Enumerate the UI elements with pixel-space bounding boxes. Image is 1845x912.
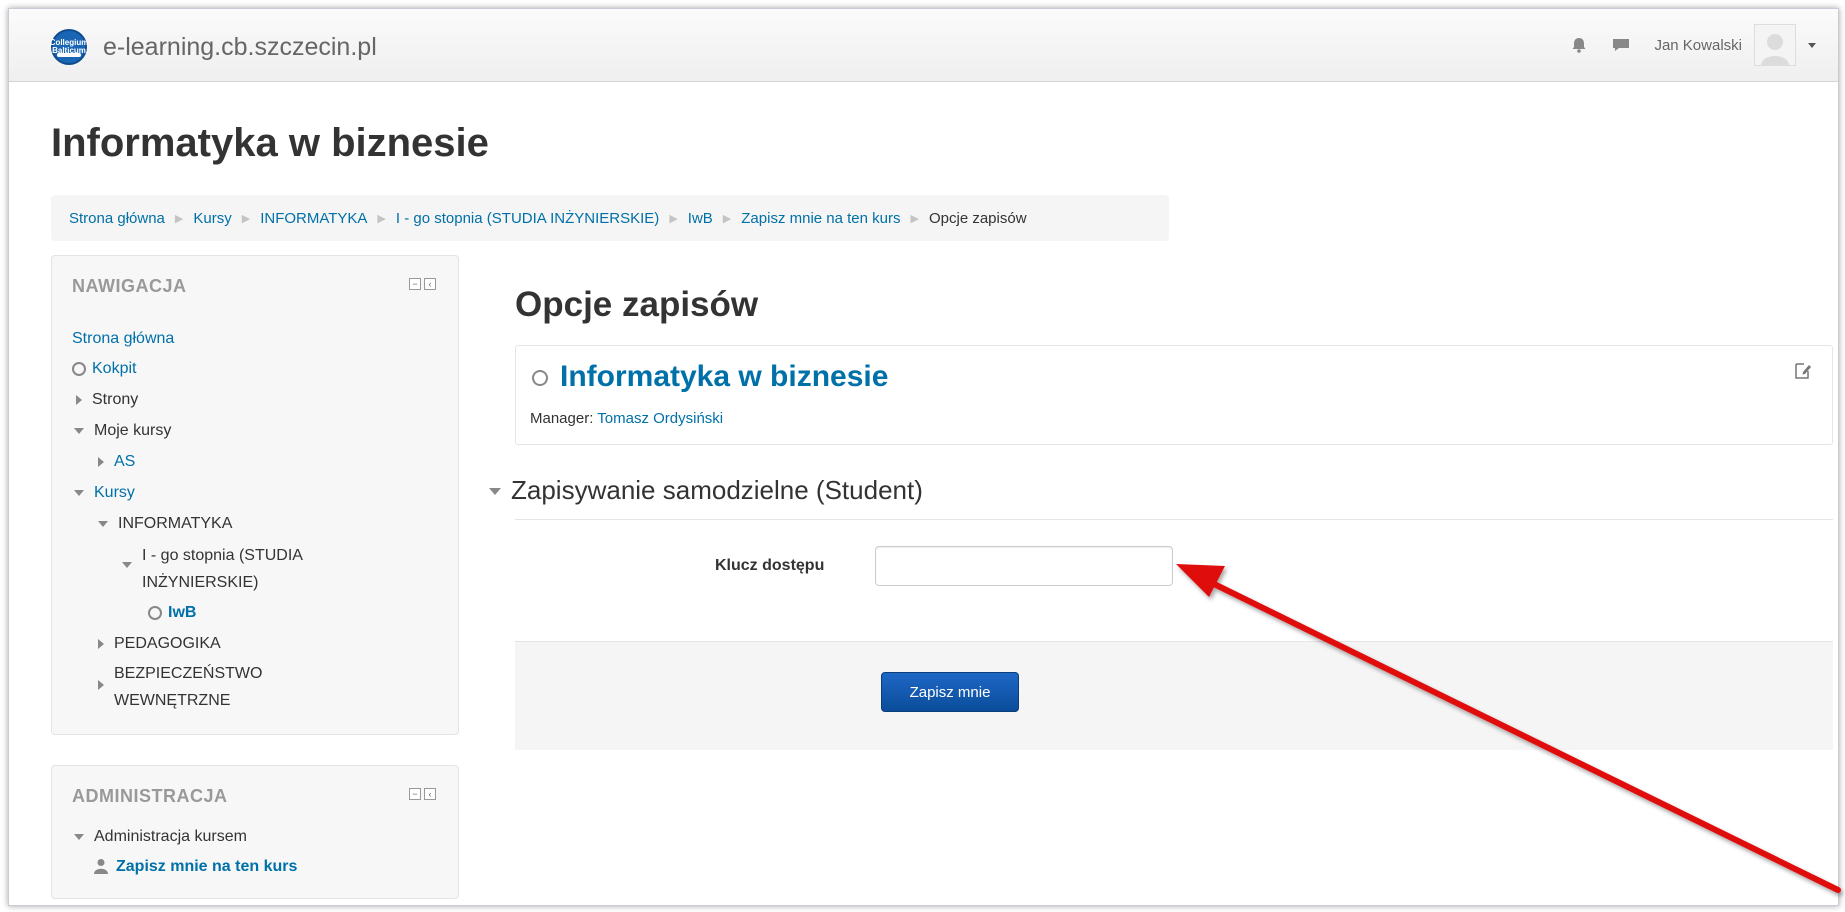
enrol-me-button[interactable]: Zapisz mnie (881, 672, 1019, 712)
nav-item-label[interactable]: IwB (168, 604, 196, 622)
block-controls: − ‹ (409, 278, 436, 290)
nav-item-home[interactable]: Strona główna (72, 330, 174, 348)
course-icon (148, 606, 162, 620)
admin-item-label[interactable]: Zapisz mnie na ten kurs (116, 858, 297, 876)
collapse-icon[interactable] (122, 562, 132, 568)
nav-item-label: I - go stopnia (STUDIA INŻYNIERSKIE) (142, 542, 303, 596)
collapse-block-icon[interactable]: − (409, 788, 421, 800)
block-controls: − ‹ (409, 788, 436, 800)
section-divider (515, 519, 1833, 520)
breadcrumb-separator-icon: ▶ (669, 212, 678, 225)
browser-frame: Collegium Balticum e-learning.cb.szczecin… (8, 8, 1839, 906)
enrolment-key-input[interactable] (875, 546, 1173, 586)
breadcrumb-iwb[interactable]: IwB (688, 210, 713, 227)
nav-item-label: Strony (92, 391, 139, 408)
nav-item-label: PEDAGOGIKA (114, 635, 221, 652)
nav-item-label-line: INŻYNIERSKIE) (142, 574, 259, 591)
nav-item-dashboard[interactable]: Kokpit (72, 360, 136, 378)
notifications-icon[interactable] (1570, 36, 1588, 54)
dock-block-icon[interactable]: ‹ (424, 788, 436, 800)
course-icon (532, 370, 548, 386)
breadcrumb-current: Opcje zapisów (928, 209, 1027, 227)
nav-item-label[interactable]: AS (114, 453, 135, 471)
form-actions: Zapisz mnie (515, 641, 1833, 750)
edit-icon[interactable] (1794, 362, 1812, 380)
breadcrumb-first-degree[interactable]: I - go stopnia (STUDIA INŻYNIERSKIE) (396, 210, 659, 227)
nav-item-as[interactable]: AS (98, 453, 135, 471)
nav-item-label-line: BEZPIECZEŃSTWO (114, 665, 263, 682)
navigation-block-title: NAWIGACJA (72, 276, 187, 296)
breadcrumb-enrol-me[interactable]: Zapisz mnie na ten kurs (741, 210, 900, 227)
course-info-box: Informatyka w biznesie Manager: Tomasz O… (515, 345, 1833, 445)
nav-item-label: INFORMATYKA (118, 515, 233, 532)
user-menu-caret-icon[interactable] (1808, 42, 1816, 48)
manager-label: Manager: (530, 410, 594, 427)
nav-item-informatyka[interactable]: INFORMATYKA (98, 515, 232, 533)
nav-item-pages[interactable]: Strony (76, 391, 138, 409)
site-logo[interactable]: Collegium Balticum (50, 29, 88, 65)
nav-item-label[interactable]: Kokpit (92, 360, 136, 378)
self-enrol-section-toggle[interactable]: Zapisywanie samodzielne (Student) (489, 475, 923, 506)
breadcrumb-informatyka[interactable]: INFORMATYKA (260, 210, 367, 227)
nav-item-first-degree[interactable]: I - go stopnia (STUDIA INŻYNIERSKIE) (122, 546, 303, 596)
nav-item-iwb[interactable]: IwB (148, 604, 196, 622)
expand-icon[interactable] (98, 639, 104, 649)
breadcrumb-separator-icon: ▶ (241, 212, 251, 225)
breadcrumb-separator-icon: ▶ (910, 212, 919, 225)
dashboard-icon (72, 362, 86, 376)
nav-item-my-courses[interactable]: Moje kursy (74, 422, 171, 440)
page-title: Informatyka w biznesie (51, 121, 489, 165)
user-name[interactable]: Jan Kowalski (1654, 37, 1742, 54)
admin-item-enrol-me[interactable]: Zapisz mnie na ten kurs (94, 858, 297, 876)
nav-item-security[interactable]: BEZPIECZEŃSTWO WEWNĘTRZNE (98, 664, 262, 714)
main-heading: Opcje zapisów (515, 285, 759, 324)
breadcrumb-home[interactable]: Strona główna (69, 210, 165, 227)
nav-item-label-line: I - go stopnia (STUDIA (142, 547, 303, 564)
top-navbar: Collegium Balticum e-learning.cb.szczecin… (9, 9, 1838, 82)
breadcrumb-separator-icon: ▶ (722, 212, 732, 225)
course-title-link[interactable]: Informatyka w biznesie (560, 360, 888, 394)
breadcrumb-separator-icon: ▶ (174, 212, 184, 225)
collapse-block-icon[interactable]: − (409, 278, 421, 290)
section-title: Zapisywanie samodzielne (Student) (511, 475, 923, 505)
user-menu-area: Jan Kowalski (1570, 24, 1816, 66)
administration-block: ADMINISTRACJA − ‹ Administracja kursem Z… (51, 765, 459, 899)
breadcrumb-separator-icon: ▶ (377, 212, 386, 225)
administration-block-title: ADMINISTRACJA (72, 786, 228, 806)
expand-icon[interactable] (98, 680, 104, 690)
nav-item-label[interactable]: Kursy (94, 484, 135, 502)
nav-item-label-line: WEWNĘTRZNE (114, 692, 231, 709)
manager-name-link[interactable]: Tomasz Ordysiński (597, 410, 723, 427)
default-user-icon (1761, 34, 1789, 65)
nav-item-courses[interactable]: Kursy (74, 484, 135, 502)
collapse-icon[interactable] (74, 834, 84, 840)
expand-icon[interactable] (76, 395, 82, 405)
collapse-icon[interactable] (74, 490, 84, 496)
messages-icon[interactable] (1612, 38, 1630, 52)
nav-item-label: Moje kursy (94, 422, 172, 439)
expand-icon[interactable] (98, 457, 104, 467)
user-avatar[interactable] (1754, 24, 1796, 66)
admin-item-label: Administracja kursem (94, 828, 247, 845)
site-name-link[interactable]: e-learning.cb.szczecin.pl (103, 33, 377, 62)
user-icon (94, 859, 108, 874)
nav-item-label: BEZPIECZEŃSTWO WEWNĘTRZNE (114, 660, 262, 714)
collapse-icon[interactable] (98, 521, 108, 527)
dock-block-icon[interactable]: ‹ (424, 278, 436, 290)
breadcrumb-courses[interactable]: Kursy (193, 210, 231, 227)
nav-item-label[interactable]: Strona główna (72, 330, 174, 348)
nav-item-pedagogika[interactable]: PEDAGOGIKA (98, 635, 221, 653)
admin-item-course-admin[interactable]: Administracja kursem (74, 828, 247, 846)
collapse-icon[interactable] (74, 428, 84, 434)
course-manager: Manager: Tomasz Ordysiński (530, 410, 723, 427)
breadcrumb: Strona główna ▶ Kursy ▶ INFORMATYKA ▶ I … (51, 195, 1169, 241)
enrolment-key-label: Klucz dostępu (715, 557, 825, 574)
collapse-icon[interactable] (489, 488, 501, 495)
navigation-block: NAWIGACJA − ‹ Strona główna Kokpit Stron… (51, 255, 459, 735)
